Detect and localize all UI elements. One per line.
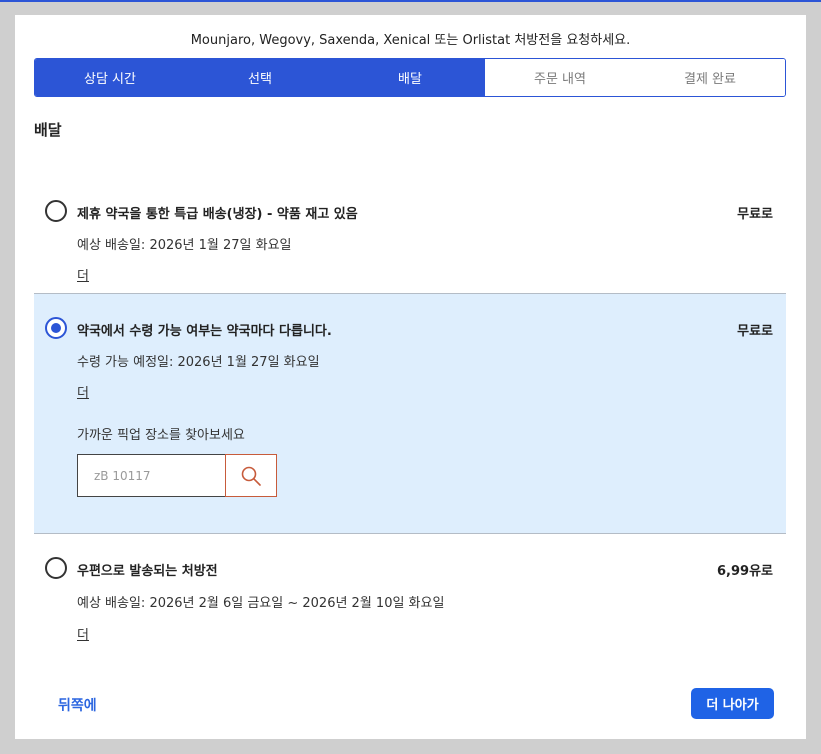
radio-postal[interactable] bbox=[45, 557, 67, 579]
next-button[interactable]: 더 나아가 bbox=[691, 688, 774, 719]
option-price: 무료로 bbox=[737, 324, 773, 339]
zip-code-input[interactable] bbox=[77, 454, 226, 497]
back-link[interactable]: 뒤쪽에 bbox=[58, 695, 97, 715]
step-selection[interactable]: 선택 bbox=[185, 59, 335, 96]
top-accent-line bbox=[0, 0, 821, 2]
more-link[interactable]: 더 bbox=[77, 265, 89, 284]
option-title: 우편으로 발송되는 처방전 bbox=[77, 564, 218, 579]
checkout-card: Mounjaro, Wegovy, Saxenda, Xenical 또는 Or… bbox=[15, 15, 806, 739]
option-estimate: 예상 배송일: 2026년 1월 27일 화요일 bbox=[77, 238, 292, 253]
delivery-option-pharmacy-pickup[interactable]: 약국에서 수령 가능 여부는 약국마다 다릅니다. 무료로 수령 가능 예정일:… bbox=[34, 293, 786, 534]
option-price: 무료로 bbox=[737, 207, 773, 222]
option-title: 제휴 약국을 통한 특급 배송(냉장) - 약품 재고 있음 bbox=[77, 207, 358, 222]
search-icon bbox=[241, 466, 261, 486]
option-estimate: 수령 가능 예정일: 2026년 1월 27일 화요일 bbox=[77, 355, 320, 370]
radio-express[interactable] bbox=[45, 200, 67, 222]
option-estimate: 예상 배송일: 2026년 2월 6일 금요일 ~ 2026년 2월 10일 화… bbox=[77, 596, 445, 611]
more-link[interactable]: 더 bbox=[77, 382, 89, 401]
page-headline: Mounjaro, Wegovy, Saxenda, Xenical 또는 Or… bbox=[190, 33, 631, 48]
radio-pharmacy-pickup[interactable] bbox=[45, 317, 67, 339]
delivery-option-postal[interactable]: 우편으로 발송되는 처방전 6,99유로 예상 배송일: 2026년 2월 6일… bbox=[34, 534, 786, 664]
step-consultation[interactable]: 상담 시간 bbox=[35, 59, 185, 96]
step-order-details: 주문 내역 bbox=[485, 59, 635, 96]
progress-stepper: 상담 시간 선택 배달 주문 내역 결제 완료 bbox=[34, 58, 786, 97]
option-price: 6,99유로 bbox=[717, 564, 773, 579]
section-title: 배달 bbox=[34, 121, 62, 139]
delivery-option-express[interactable]: 제휴 약국을 통한 특급 배송(냉장) - 약품 재고 있음 무료로 예상 배송… bbox=[34, 170, 786, 293]
search-button[interactable] bbox=[225, 454, 277, 497]
pickup-search-label: 가까운 픽업 장소를 찾아보세요 bbox=[77, 428, 245, 443]
option-title: 약국에서 수령 가능 여부는 약국마다 다릅니다. bbox=[77, 324, 332, 339]
step-delivery[interactable]: 배달 bbox=[335, 59, 485, 96]
step-payment-complete: 결제 완료 bbox=[635, 59, 785, 96]
more-link[interactable]: 더 bbox=[77, 624, 89, 643]
